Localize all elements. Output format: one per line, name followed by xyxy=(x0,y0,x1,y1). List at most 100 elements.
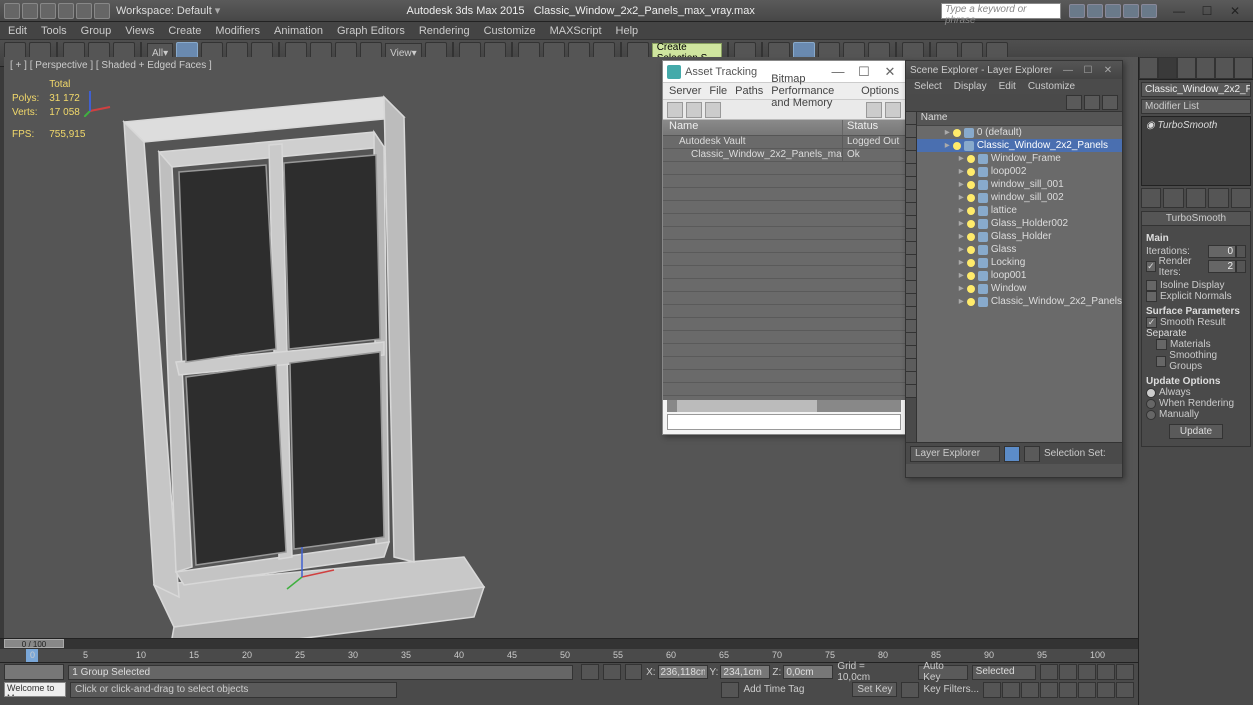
smooth-result-checkbox[interactable] xyxy=(1146,317,1157,328)
update-button[interactable]: Update xyxy=(1169,424,1223,439)
nav-fov-icon[interactable] xyxy=(1059,682,1077,698)
scene-col-name[interactable]: Name xyxy=(917,112,1122,126)
scene-tree[interactable]: Name ▸0 (default)▸Classic_Window_2x2_Pan… xyxy=(917,112,1122,442)
track-bar[interactable]: 0510152025303540455055606570758085909510… xyxy=(0,649,1138,663)
scene-max-button[interactable]: ☐ xyxy=(1078,65,1098,76)
new-icon[interactable] xyxy=(22,3,38,19)
redo-icon[interactable] xyxy=(94,3,110,19)
object-name-field[interactable]: Classic_Window_2x2_Pa xyxy=(1141,82,1251,97)
scene-node[interactable]: ▸0 (default) xyxy=(917,126,1122,139)
close-button[interactable]: ✕ xyxy=(1221,2,1249,20)
menu-maxscript[interactable]: MAXScript xyxy=(550,25,602,37)
coord-y-input[interactable] xyxy=(720,665,770,679)
setkey-button[interactable]: Set Key xyxy=(852,682,897,697)
minimize-button[interactable]: — xyxy=(1165,2,1193,20)
scene-min-button[interactable]: — xyxy=(1058,65,1078,76)
scene-menu-edit[interactable]: Edit xyxy=(999,81,1016,92)
scene-node[interactable]: ▸Glass_Holder002 xyxy=(917,217,1122,230)
update-manual-radio[interactable] xyxy=(1146,410,1156,420)
asset-tracking-window[interactable]: Asset Tracking — ☐ ✕ Server File Paths B… xyxy=(662,60,906,435)
save-icon[interactable] xyxy=(58,3,74,19)
asset-tableview-icon[interactable] xyxy=(705,102,721,118)
undo-icon[interactable] xyxy=(76,3,92,19)
render-iters-checkbox[interactable] xyxy=(1146,261,1156,272)
stack-show-end-icon[interactable] xyxy=(1163,188,1183,208)
asset-menu-bitmap[interactable]: Bitmap Performance and Memory xyxy=(771,73,853,109)
isolate-icon[interactable] xyxy=(603,664,621,680)
next-frame-icon[interactable] xyxy=(1097,664,1115,680)
asset-menu-paths[interactable]: Paths xyxy=(735,85,763,97)
scene-lock-icon[interactable] xyxy=(1102,95,1118,110)
scene-pin-icon[interactable] xyxy=(1084,95,1100,110)
favorite-icon[interactable] xyxy=(1123,4,1139,18)
menu-edit[interactable]: Edit xyxy=(8,25,27,37)
asset-refresh-icon[interactable] xyxy=(667,102,683,118)
coord-z-input[interactable] xyxy=(783,665,833,679)
menu-grapheditors[interactable]: Graph Editors xyxy=(337,25,405,37)
nav-zoom-icon[interactable] xyxy=(1002,682,1020,698)
tab-create[interactable] xyxy=(1139,57,1158,79)
isoline-checkbox[interactable] xyxy=(1146,280,1157,291)
asset-menu-options[interactable]: Options xyxy=(861,85,899,97)
asset-highlight-icon[interactable] xyxy=(866,102,882,118)
asset-options-icon[interactable] xyxy=(885,102,901,118)
asset-menu-file[interactable]: File xyxy=(709,85,727,97)
materials-checkbox[interactable] xyxy=(1156,339,1167,350)
nav-pan-icon[interactable] xyxy=(983,682,1001,698)
menu-create[interactable]: Create xyxy=(168,25,201,37)
scene-close-icon[interactable] xyxy=(1066,95,1082,110)
app-menu-icon[interactable] xyxy=(4,3,20,19)
exchange-icon[interactable] xyxy=(1105,4,1121,18)
time-slider-thumb[interactable]: 0 / 100 xyxy=(4,639,64,648)
menu-modifiers[interactable]: Modifiers xyxy=(215,25,260,37)
tab-motion[interactable] xyxy=(1196,57,1215,79)
comm-center-icon[interactable] xyxy=(721,682,739,698)
maxscript-mini-listener[interactable]: Welcome to M xyxy=(4,682,66,697)
nav-maximize-icon[interactable] xyxy=(1116,682,1134,698)
coord-x-input[interactable] xyxy=(658,665,708,679)
key-filters-button[interactable]: Key Filters... xyxy=(923,684,979,695)
selection-lock-icon[interactable] xyxy=(625,664,643,680)
maximize-button[interactable]: ☐ xyxy=(1193,2,1221,20)
scene-explorer-dropdown[interactable]: Layer Explorer xyxy=(910,446,1000,462)
tab-hierarchy[interactable] xyxy=(1177,57,1196,79)
modifier-list-dropdown[interactable]: Modifier List xyxy=(1141,99,1251,114)
scene-node[interactable]: ▸Glass xyxy=(917,243,1122,256)
asset-col-status[interactable]: Status xyxy=(843,120,905,135)
infocenter-search[interactable]: Type a keyword or phrase xyxy=(941,3,1061,19)
mini-listener-pink[interactable] xyxy=(4,664,64,680)
asset-menu-server[interactable]: Server xyxy=(669,85,701,97)
scene-node[interactable]: ▸window_sill_001 xyxy=(917,178,1122,191)
search-go-icon[interactable] xyxy=(1069,4,1085,18)
menu-help[interactable]: Help xyxy=(616,25,639,37)
scene-close-button[interactable]: ✕ xyxy=(1098,65,1118,76)
goto-end-icon[interactable] xyxy=(1116,664,1134,680)
scene-node[interactable]: ▸Window xyxy=(917,282,1122,295)
workspace-dropdown[interactable]: Workspace: Default xyxy=(116,5,212,17)
nav-pan2-icon[interactable] xyxy=(1078,682,1096,698)
scene-node[interactable]: ▸Classic_Window_2x2_Panels xyxy=(917,139,1122,152)
scene-node[interactable]: ▸lattice xyxy=(917,204,1122,217)
goto-start-icon[interactable] xyxy=(1040,664,1058,680)
help-icon[interactable] xyxy=(1141,4,1157,18)
asset-treeview-icon[interactable] xyxy=(686,102,702,118)
add-time-tag[interactable]: Add Time Tag xyxy=(743,684,804,695)
key-icon[interactable] xyxy=(901,682,919,698)
tab-display[interactable] xyxy=(1215,57,1234,79)
scene-node[interactable]: ▸loop001 xyxy=(917,269,1122,282)
scene-addto-icon[interactable] xyxy=(1024,446,1040,462)
modifier-stack[interactable]: ◉ TurboSmooth xyxy=(1141,116,1251,186)
scene-menu-customize[interactable]: Customize xyxy=(1028,81,1075,92)
prev-frame-icon[interactable] xyxy=(1059,664,1077,680)
scene-menu-display[interactable]: Display xyxy=(954,81,987,92)
viewport-label[interactable]: [ + ] [ Perspective ] [ Shaded + Edged F… xyxy=(10,60,212,71)
scene-node[interactable]: ▸Window_Frame xyxy=(917,152,1122,165)
subscription-icon[interactable] xyxy=(1087,4,1103,18)
scene-node[interactable]: ▸window_sill_002 xyxy=(917,191,1122,204)
iterations-spinner[interactable] xyxy=(1208,245,1236,258)
update-always-radio[interactable] xyxy=(1146,388,1156,398)
nav-orbit-icon[interactable] xyxy=(1097,682,1115,698)
rollout-turbosmooth-header[interactable]: TurboSmooth xyxy=(1142,212,1250,226)
open-icon[interactable] xyxy=(40,3,56,19)
menu-animation[interactable]: Animation xyxy=(274,25,323,37)
